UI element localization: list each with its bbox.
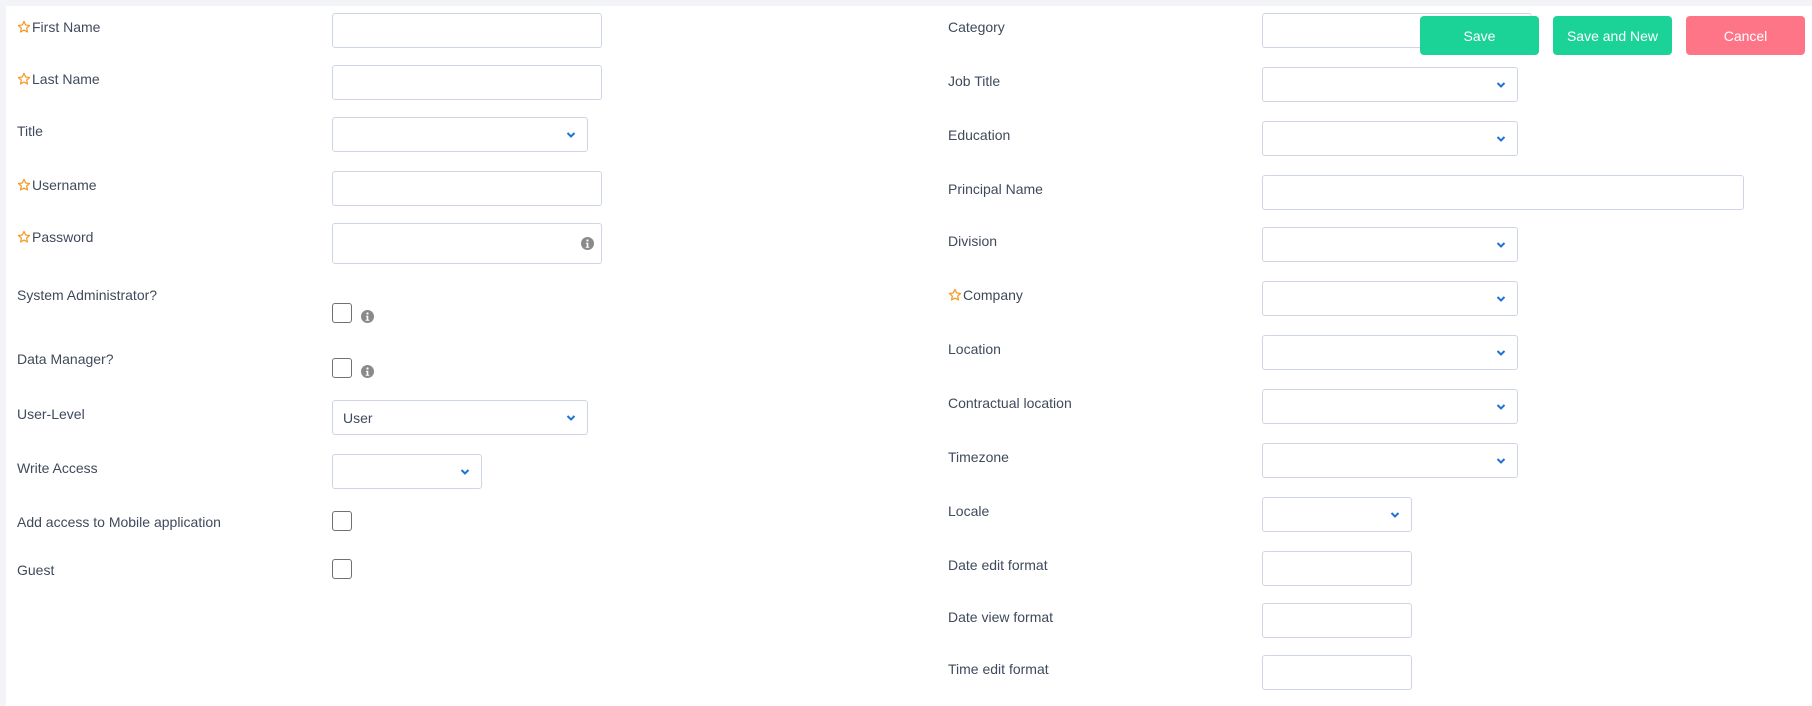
chevron-down-icon [1496, 81, 1506, 89]
cancel-button[interactable]: Cancel [1686, 16, 1805, 55]
username-input[interactable] [332, 171, 602, 206]
chevron-down-icon [1496, 135, 1506, 143]
education-label: Education [948, 127, 1011, 143]
required-star-icon [17, 178, 31, 192]
education-select[interactable] [1262, 121, 1518, 156]
info-icon[interactable] [361, 365, 374, 378]
principal-name-label: Principal Name [948, 181, 1043, 197]
user-level-label: User-Level [17, 406, 85, 422]
company-select[interactable] [1262, 281, 1518, 316]
title-label: Title [17, 123, 43, 139]
first-name-label: First Name [17, 17, 100, 37]
principal-name-input[interactable] [1262, 175, 1744, 210]
chevron-down-icon [1496, 349, 1506, 357]
required-star-icon [17, 72, 31, 86]
job-title-label: Job Title [948, 73, 1001, 89]
chevron-down-icon [1496, 241, 1506, 249]
required-star-icon [948, 288, 962, 302]
write-access-label: Write Access [17, 460, 98, 476]
mobile-access-checkbox[interactable] [332, 511, 352, 531]
info-icon[interactable] [361, 310, 374, 323]
contractual-location-label: Contractual location [948, 395, 1072, 411]
system-admin-checkbox[interactable] [332, 303, 352, 323]
date-edit-format-input[interactable] [1262, 551, 1412, 586]
chevron-down-icon [460, 468, 470, 476]
mobile-access-label: Add access to Mobile application [17, 514, 221, 530]
last-name-input[interactable] [332, 65, 602, 100]
user-form-panel [6, 6, 1812, 706]
write-access-select[interactable] [332, 454, 482, 489]
chevron-down-icon [1496, 403, 1506, 411]
title-select[interactable] [332, 117, 588, 152]
date-view-format-input[interactable] [1262, 603, 1412, 638]
division-select[interactable] [1262, 227, 1518, 262]
locale-select[interactable] [1262, 497, 1412, 532]
system-admin-label: System Administrator? [17, 287, 158, 303]
date-edit-format-label: Date edit format [948, 557, 1048, 573]
location-label: Location [948, 341, 1001, 357]
guest-checkbox[interactable] [332, 559, 352, 579]
first-name-input[interactable] [332, 13, 602, 48]
data-manager-checkbox[interactable] [332, 358, 352, 378]
time-edit-format-label: Time edit format [948, 661, 1049, 677]
division-label: Division [948, 233, 998, 249]
password-label: Password [17, 227, 93, 247]
timezone-select[interactable] [1262, 443, 1518, 478]
user-level-select[interactable]: User [332, 400, 588, 435]
company-label: Company [948, 285, 1023, 305]
category-label: Category [948, 19, 1005, 35]
save-button[interactable]: Save [1420, 16, 1539, 55]
username-label: Username [17, 175, 97, 195]
required-star-icon [17, 20, 31, 34]
save-and-new-button[interactable]: Save and New [1553, 16, 1672, 55]
chevron-down-icon [1496, 295, 1506, 303]
location-select[interactable] [1262, 335, 1518, 370]
chevron-down-icon [1496, 457, 1506, 465]
last-name-label: Last Name [17, 69, 100, 89]
chevron-down-icon [566, 131, 576, 139]
password-input[interactable] [332, 223, 602, 264]
time-edit-format-input[interactable] [1262, 655, 1412, 690]
guest-label: Guest [17, 562, 55, 578]
info-icon[interactable] [581, 237, 594, 250]
data-manager-label: Data Manager? [17, 351, 114, 367]
job-title-select[interactable] [1262, 67, 1518, 102]
chevron-down-icon [566, 414, 576, 422]
locale-label: Locale [948, 503, 990, 519]
timezone-label: Timezone [948, 449, 1009, 465]
date-view-format-label: Date view format [948, 609, 1054, 625]
contractual-location-select[interactable] [1262, 389, 1518, 424]
chevron-down-icon [1390, 511, 1400, 519]
required-star-icon [17, 230, 31, 244]
